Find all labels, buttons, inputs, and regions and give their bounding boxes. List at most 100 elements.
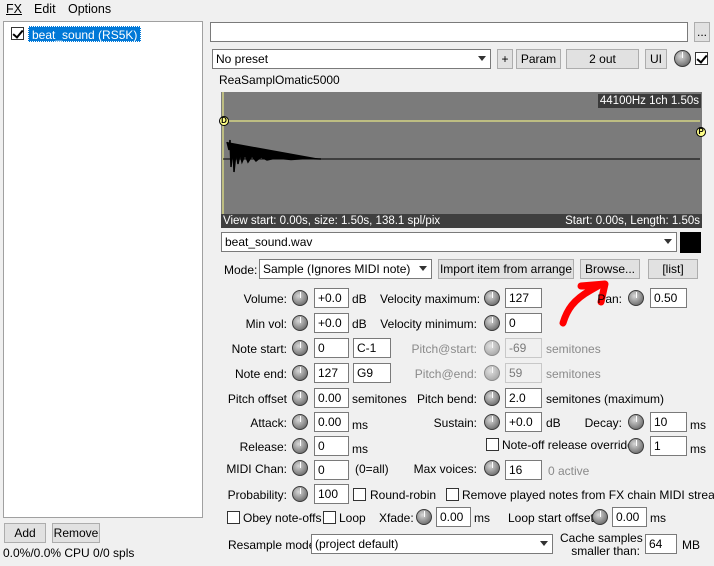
remove-button[interactable]: Remove: [52, 523, 100, 543]
bypass-checkbox[interactable]: [695, 52, 708, 65]
pan-field[interactable]: 0.50: [650, 288, 687, 308]
vel-min-knob[interactable]: [484, 315, 500, 331]
loop-label: Loop: [339, 511, 366, 525]
sample-file-dropdown[interactable]: beat_sound.wav: [221, 232, 677, 252]
minvol-knob[interactable]: [292, 315, 308, 331]
xfade-field[interactable]: 0.00: [436, 507, 471, 527]
note-off-override-checkbox[interactable]: [486, 438, 499, 451]
attack-label: Attack:: [250, 416, 287, 430]
note-start-knob[interactable]: [292, 340, 308, 356]
vel-max-knob[interactable]: [484, 290, 500, 306]
sustain-label: Sustain:: [433, 416, 477, 430]
pitch-bend-knob[interactable]: [484, 390, 500, 406]
import-item-button[interactable]: Import item from arrange: [438, 259, 574, 279]
chevron-down-icon: [664, 239, 672, 244]
midi-chan-knob[interactable]: [292, 460, 308, 476]
pitch-offset-knob[interactable]: [292, 390, 308, 406]
waveform-display[interactable]: 44100Hz 1ch 1.50s D P View start: 0.00s,…: [219, 92, 706, 228]
param-button[interactable]: Param: [516, 49, 561, 69]
resample-dropdown[interactable]: (project default): [311, 534, 553, 554]
attack-knob[interactable]: [292, 414, 308, 430]
start-length-info: Start: 0.00s, Length: 1.50s: [565, 215, 700, 227]
max-voices-field[interactable]: 16: [505, 460, 542, 480]
xfade-knob[interactable]: [416, 509, 432, 525]
more-button[interactable]: ...: [694, 22, 710, 42]
add-preset-button[interactable]: +: [497, 49, 513, 69]
release-knob[interactable]: [292, 438, 308, 454]
fx-enabled-checkbox[interactable]: [11, 27, 24, 40]
note-off-release-unit: ms: [690, 442, 706, 456]
probability-knob[interactable]: [292, 486, 308, 502]
resample-label: Resample mode:: [228, 538, 319, 552]
ui-button[interactable]: UI: [645, 49, 667, 69]
sustain-unit: dB: [546, 416, 561, 430]
pitch-offset-field[interactable]: 0.00: [314, 388, 349, 408]
marker-end-icon[interactable]: P: [696, 127, 706, 137]
loop-start-knob[interactable]: [592, 509, 608, 525]
chevron-down-icon: [478, 56, 486, 61]
midi-chan-label: MIDI Chan:: [226, 462, 287, 476]
volume-knob[interactable]: [292, 290, 308, 306]
add-button[interactable]: Add: [4, 523, 46, 543]
pitch-start-label: Pitch@start:: [411, 342, 477, 356]
attack-field[interactable]: 0.00: [314, 412, 349, 432]
menu-fx[interactable]: FX: [6, 2, 22, 16]
note-end-field[interactable]: 127: [314, 363, 349, 383]
volume-label: Volume:: [243, 292, 287, 306]
note-off-release-knob[interactable]: [628, 438, 644, 454]
note-start-field[interactable]: 0: [314, 338, 349, 358]
menu-edit[interactable]: Edit: [34, 2, 56, 16]
marker-start-icon[interactable]: D: [219, 116, 229, 126]
release-field[interactable]: 0: [314, 436, 349, 456]
color-swatch: [680, 232, 701, 253]
fx-list[interactable]: beat_sound (RS5K): [3, 21, 203, 518]
minvol-field[interactable]: +0.0: [314, 313, 349, 333]
midi-chan-field[interactable]: 0: [314, 460, 349, 480]
loop-start-field[interactable]: 0.00: [612, 507, 647, 527]
attack-unit: ms: [352, 418, 368, 432]
menu-bar: FX Edit Options: [0, 0, 714, 20]
release-unit: ms: [352, 442, 368, 456]
sustain-field[interactable]: +0.0: [505, 412, 542, 432]
preset-dropdown[interactable]: No preset: [212, 49, 491, 69]
wet-knob[interactable]: [674, 50, 691, 67]
pan-label: Pan:: [597, 292, 622, 306]
pitch-bend-field[interactable]: 2.0: [505, 388, 542, 408]
decay-field[interactable]: 10: [650, 412, 687, 432]
obey-note-offs-checkbox[interactable]: [227, 511, 240, 524]
loop-checkbox[interactable]: [323, 511, 336, 524]
cache-label-2: smaller than:: [571, 544, 640, 558]
xfade-label: Xfade:: [379, 511, 414, 525]
max-voices-knob[interactable]: [484, 460, 500, 476]
pitch-end-label: Pitch@end:: [414, 367, 477, 381]
loop-start-label: Loop start offset:: [508, 511, 598, 525]
vel-max-field[interactable]: 127: [505, 288, 542, 308]
menu-options[interactable]: Options: [68, 2, 111, 16]
cache-field[interactable]: 64: [645, 534, 677, 554]
round-robin-checkbox[interactable]: [353, 488, 366, 501]
volume-field[interactable]: +0.0: [314, 288, 349, 308]
note-off-override-label: Note-off release override:: [502, 438, 638, 452]
sustain-knob[interactable]: [484, 414, 500, 430]
release-label: Release:: [239, 440, 287, 454]
pan-knob[interactable]: [628, 290, 644, 306]
list-button[interactable]: [list]: [648, 259, 698, 279]
mode-value: Sample (Ignores MIDI note): [263, 262, 411, 276]
chevron-down-icon: [540, 541, 548, 546]
chevron-down-icon: [419, 266, 427, 271]
fx-list-item[interactable]: beat_sound (RS5K): [28, 26, 142, 42]
decay-knob[interactable]: [628, 414, 644, 430]
fx-name-field[interactable]: [210, 22, 688, 42]
probability-field[interactable]: 100: [314, 484, 349, 504]
decay-unit: ms: [690, 418, 706, 432]
xfade-unit: ms: [474, 511, 490, 525]
mode-dropdown[interactable]: Sample (Ignores MIDI note): [259, 259, 432, 279]
vel-min-field[interactable]: 0: [505, 313, 542, 333]
plugin-title: ReaSamplOmatic5000: [219, 73, 340, 87]
note-end-knob[interactable]: [292, 365, 308, 381]
remove-played-checkbox[interactable]: [446, 488, 459, 501]
browse-button[interactable]: Browse...: [580, 259, 640, 279]
io-button[interactable]: 2 out: [566, 49, 639, 69]
note-off-release-field[interactable]: 1: [650, 436, 687, 456]
sample-info: 44100Hz 1ch 1.50s: [597, 94, 701, 108]
